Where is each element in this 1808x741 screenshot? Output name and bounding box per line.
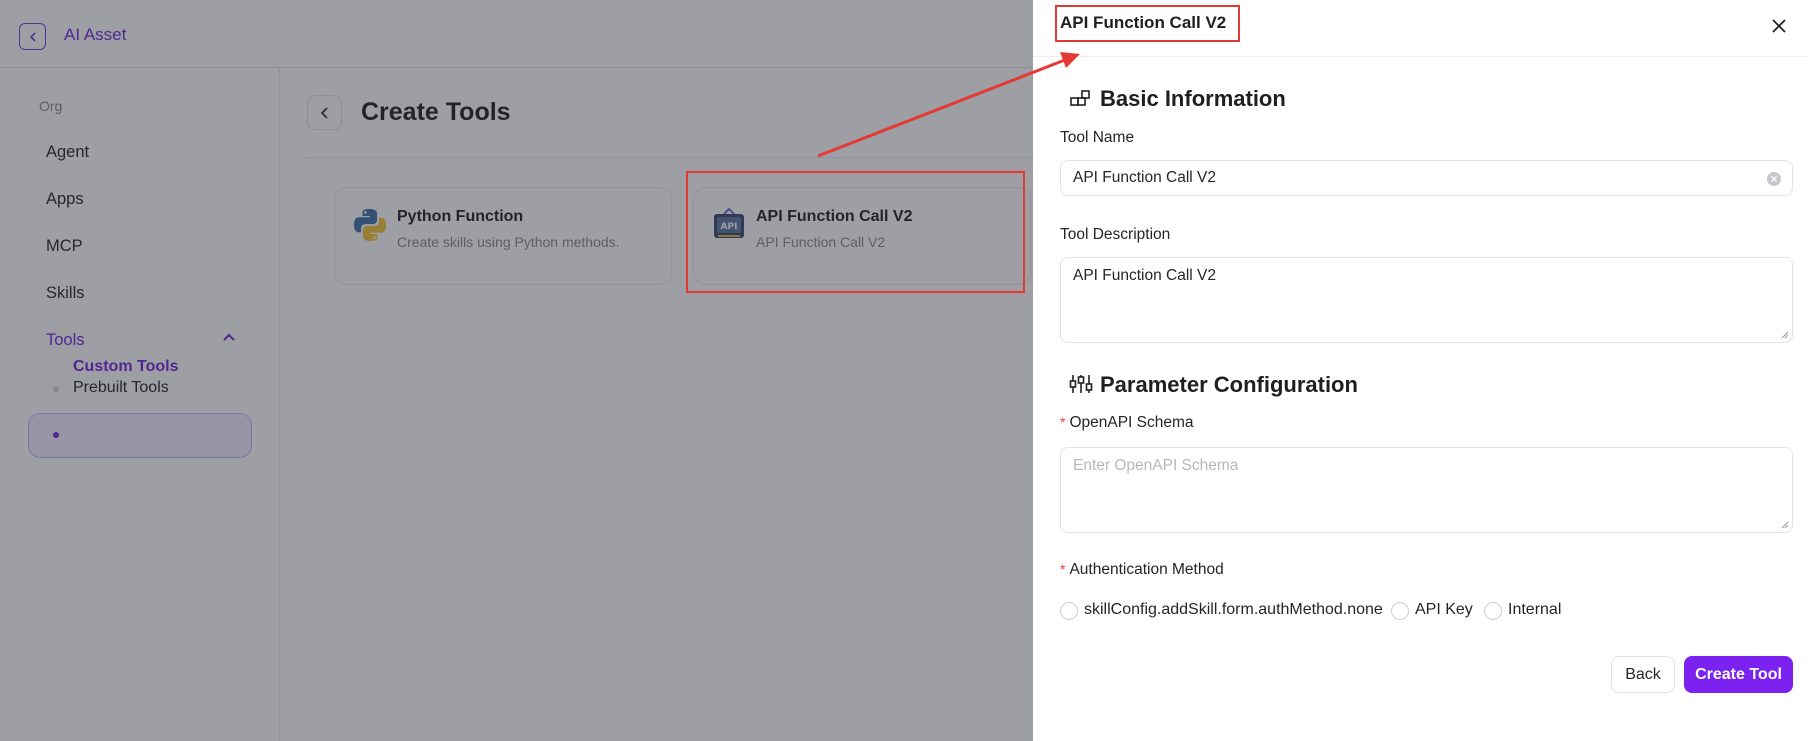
back-button[interactable]: Back	[1611, 656, 1675, 693]
section-title-basic: Basic Information	[1100, 86, 1286, 111]
auth-method-radio-group: skillConfig.addSkill.form.authMethod.non…	[1060, 600, 1793, 622]
tool-name-value: API Function Call V2	[1073, 169, 1217, 186]
radio-label: skillConfig.addSkill.form.authMethod.non…	[1084, 601, 1383, 618]
auth-method-label: * Authentication Method	[1060, 561, 1224, 578]
radio-auth-api-key[interactable]	[1391, 602, 1409, 620]
highlight-box-title	[1055, 5, 1240, 42]
radio-label: API Key	[1415, 601, 1473, 618]
tool-name-label: Tool Name	[1060, 129, 1135, 146]
radio-auth-none[interactable]	[1060, 602, 1078, 620]
tool-description-value: API Function Call V2	[1073, 267, 1217, 284]
tool-description-label: Tool Description	[1060, 226, 1171, 243]
openapi-schema-placeholder: Enter OpenAPI Schema	[1073, 457, 1239, 474]
clear-icon[interactable]	[1767, 172, 1781, 186]
required-mark: *	[1060, 561, 1066, 577]
openapi-schema-label: * OpenAPI Schema	[1060, 414, 1194, 431]
required-mark: *	[1060, 414, 1066, 430]
blocks-icon	[1070, 90, 1090, 106]
create-tool-drawer: API Function Call V2 Basic Information T…	[1033, 0, 1808, 741]
create-tool-button[interactable]: Create Tool	[1684, 656, 1793, 693]
tool-description-textarea[interactable]: API Function Call V2	[1060, 257, 1793, 343]
sliders-icon	[1069, 375, 1093, 393]
openapi-schema-textarea[interactable]: Enter OpenAPI Schema	[1060, 447, 1793, 533]
section-title-parameters: Parameter Configuration	[1100, 372, 1358, 397]
highlight-box-card	[686, 171, 1025, 293]
resize-handle-icon[interactable]	[1780, 520, 1789, 529]
tool-name-input[interactable]: API Function Call V2	[1060, 160, 1793, 196]
resize-handle-icon[interactable]	[1780, 330, 1789, 339]
close-icon	[1772, 19, 1786, 33]
modal-overlay[interactable]	[0, 0, 1033, 741]
close-button[interactable]	[1768, 15, 1790, 37]
radio-label: Internal	[1508, 601, 1562, 618]
radio-auth-internal[interactable]	[1484, 602, 1502, 620]
